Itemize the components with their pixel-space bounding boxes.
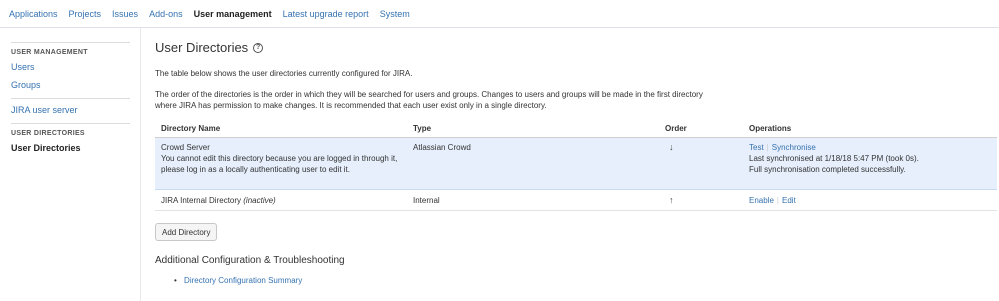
sidebar: USER MANAGEMENT Users Groups JIRA user s…	[0, 28, 141, 301]
troubleshooting-links: Directory Configuration Summary	[155, 276, 999, 285]
cell-operations: Enable | Edit	[743, 189, 997, 211]
directory-name: JIRA Internal Directory	[161, 196, 242, 205]
description-order: The order of the directories is the orde…	[155, 90, 703, 110]
sidebar-divider	[11, 123, 130, 124]
main-content: User Directories ? The table below shows…	[141, 28, 999, 301]
edit-link[interactable]: Edit	[782, 196, 796, 205]
operation-separator: |	[766, 143, 769, 152]
sidebar-section-user-directories: USER DIRECTORIES	[11, 130, 85, 137]
sync-status-last: Last synchronised at 1/18/18 5:47 PM (to…	[749, 154, 919, 163]
header-directory-name: Directory Name	[155, 120, 407, 138]
list-item: Directory Configuration Summary	[174, 276, 999, 285]
sidebar-item-user-directories[interactable]: User Directories	[11, 143, 130, 153]
sidebar-section-user-management: USER MANAGEMENT	[11, 49, 88, 56]
cell-operations: Test | Synchronise Last synchronised at 1/…	[743, 137, 997, 190]
directory-status: (inactive)	[243, 196, 276, 205]
nav-applications[interactable]: Applications	[9, 9, 58, 19]
nav-latest-upgrade-report[interactable]: Latest upgrade report	[283, 9, 369, 19]
operation-separator: |	[776, 196, 779, 205]
top-navigation: Applications Projects Issues Add-ons Use…	[0, 0, 999, 28]
header-type: Type	[407, 120, 659, 138]
add-directory-button[interactable]: Add Directory	[155, 223, 218, 241]
cell-order: ↑	[659, 189, 743, 211]
nav-issues[interactable]: Issues	[112, 9, 138, 19]
table-row: JIRA Internal Directory (inactive) Inter…	[155, 189, 997, 211]
synchronise-link[interactable]: Synchronise	[772, 143, 816, 152]
sidebar-item-groups[interactable]: Groups	[11, 80, 130, 90]
test-link[interactable]: Test	[749, 143, 764, 152]
cell-directory-name: Crowd Server You cannot edit this direct…	[155, 137, 407, 190]
additional-configuration-heading: Additional Configuration & Troubleshooti…	[155, 255, 345, 266]
directories-table: Directory Name Type Order Operations Cro…	[155, 120, 997, 211]
directory-name: Crowd Server	[161, 143, 210, 152]
move-down-arrow-icon[interactable]: ↓	[665, 142, 674, 152]
page-title: User Directories	[155, 40, 249, 55]
description-intro: The table below shows the user directori…	[155, 69, 413, 78]
directory-note: You cannot edit this directory because y…	[161, 154, 398, 174]
cell-type: Atlassian Crowd	[407, 137, 659, 190]
header-order: Order	[659, 120, 743, 138]
table-header-row: Directory Name Type Order Operations	[155, 120, 997, 138]
directory-configuration-summary-link[interactable]: Directory Configuration Summary	[184, 276, 302, 285]
cell-order: ↓	[659, 137, 743, 190]
help-icon[interactable]: ?	[253, 42, 264, 53]
nav-projects[interactable]: Projects	[69, 9, 102, 19]
sync-status-result: Full synchronisation completed successfu…	[749, 165, 906, 174]
cell-directory-name: JIRA Internal Directory (inactive)	[155, 189, 407, 211]
header-operations: Operations	[743, 120, 997, 138]
sidebar-item-jira-user-server[interactable]: JIRA user server	[11, 105, 130, 115]
move-up-arrow-icon[interactable]: ↑	[665, 195, 674, 205]
cell-type: Internal	[407, 189, 659, 211]
sidebar-divider	[11, 98, 130, 99]
sidebar-item-users[interactable]: Users	[11, 62, 130, 72]
nav-system[interactable]: System	[380, 9, 410, 19]
page-title-row: User Directories ?	[155, 40, 999, 55]
nav-user-management[interactable]: User management	[194, 9, 272, 19]
table-row: Crowd Server You cannot edit this direct…	[155, 137, 997, 190]
nav-add-ons[interactable]: Add-ons	[149, 9, 183, 19]
sidebar-divider	[11, 42, 130, 43]
enable-link[interactable]: Enable	[749, 196, 774, 205]
